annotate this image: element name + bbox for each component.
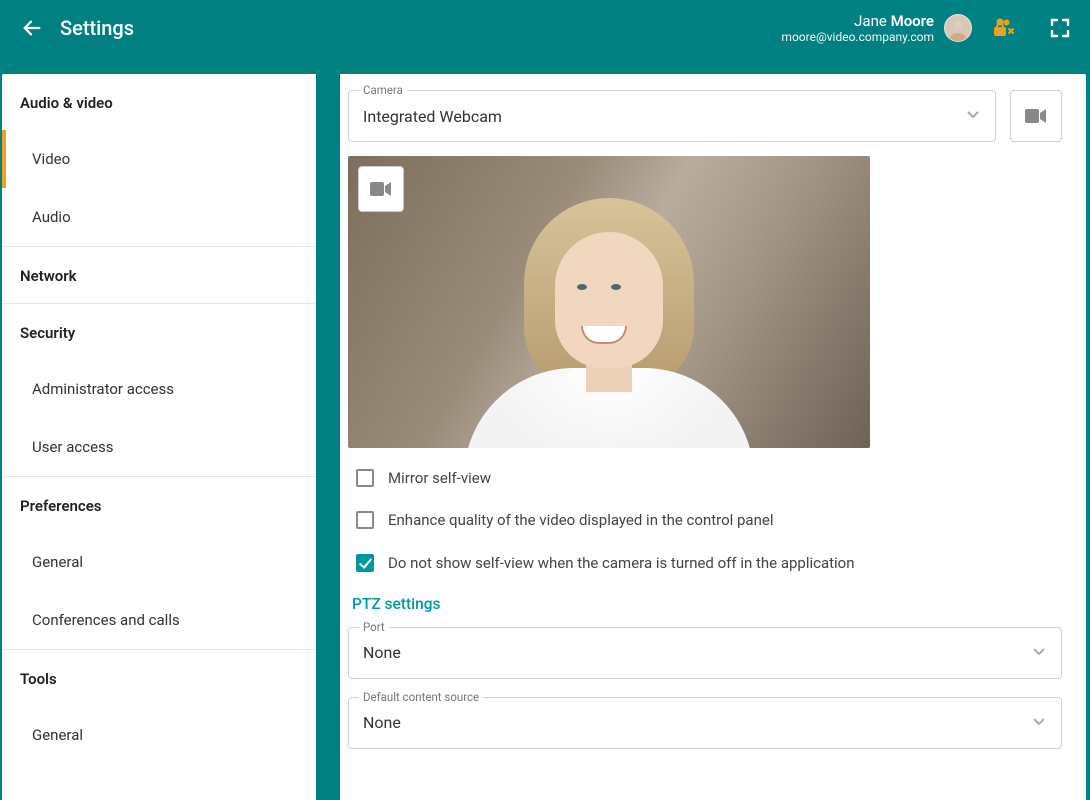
sidebar-section-network[interactable]: Network — [2, 247, 316, 304]
camera-icon — [1025, 108, 1047, 124]
ptz-settings-title: PTZ settings — [352, 595, 1062, 613]
back-button[interactable] — [16, 12, 48, 44]
sidebar-item-video[interactable]: Video — [2, 130, 316, 188]
chevron-down-icon — [965, 106, 981, 126]
port-select[interactable]: Port None — [348, 627, 1062, 679]
page-title: Settings — [60, 16, 134, 40]
sidebar-item-admin-access[interactable]: Administrator access — [2, 360, 316, 418]
port-select-value: None — [363, 643, 1031, 662]
checkbox-hide-self-view[interactable] — [356, 554, 374, 572]
fullscreen-icon — [1050, 18, 1070, 38]
camera-select-value: Integrated Webcam — [363, 107, 965, 126]
preview-camera-button[interactable] — [358, 166, 404, 212]
checkbox-enhance-quality[interactable] — [356, 511, 374, 529]
main-panel: Camera Integrated Webcam — [340, 74, 1086, 800]
sidebar-section-security: Security — [2, 304, 316, 360]
avatar[interactable] — [944, 14, 972, 42]
self-view-preview — [348, 156, 870, 448]
sidebar-item-conferences[interactable]: Conferences and calls — [2, 591, 316, 650]
preview-person — [459, 188, 759, 448]
content-source-select-label: Default content source — [359, 690, 483, 704]
user-block[interactable]: Jane Moore moore@video.company.com — [781, 12, 972, 44]
sidebar-section-preferences: Preferences — [2, 477, 316, 533]
content-source-select-value: None — [363, 713, 1031, 732]
sidebar-section-tools: Tools — [2, 650, 316, 706]
sidebar-item-user-access[interactable]: User access — [2, 418, 316, 477]
fullscreen-button[interactable] — [1046, 14, 1074, 42]
sidebar-section-audio-video: Audio & video — [2, 74, 316, 130]
camera-select[interactable]: Camera Integrated Webcam — [348, 90, 996, 142]
checkbox-mirror-self-view[interactable] — [356, 469, 374, 487]
checkbox-label: Mirror self-view — [388, 468, 491, 488]
camera-icon — [370, 181, 392, 197]
sidebar-item-pref-general[interactable]: General — [2, 533, 316, 591]
settings-sidebar[interactable]: Audio & video Video Audio Network Securi… — [2, 74, 316, 800]
sidebar-item-audio[interactable]: Audio — [2, 188, 316, 247]
lock-users-button[interactable] — [990, 14, 1018, 42]
user-email: moore@video.company.com — [781, 30, 934, 44]
arrow-left-icon — [21, 17, 43, 39]
chevron-down-icon — [1031, 713, 1047, 733]
chevron-down-icon — [1031, 643, 1047, 663]
port-select-label: Port — [359, 620, 389, 634]
camera-toggle-button[interactable] — [1010, 90, 1062, 142]
camera-select-label: Camera — [359, 83, 407, 97]
content-source-select[interactable]: Default content source None — [348, 697, 1062, 749]
app-header: Settings Jane Moore moore@video.company.… — [0, 0, 1090, 56]
checkbox-label: Enhance quality of the video displayed i… — [388, 510, 773, 530]
user-name: Jane Moore — [781, 12, 934, 30]
avatar-person-icon — [946, 17, 970, 41]
checkbox-label: Do not show self-view when the camera is… — [388, 553, 855, 573]
sidebar-item-tools-general[interactable]: General — [2, 706, 316, 764]
lock-users-icon — [992, 17, 1016, 39]
